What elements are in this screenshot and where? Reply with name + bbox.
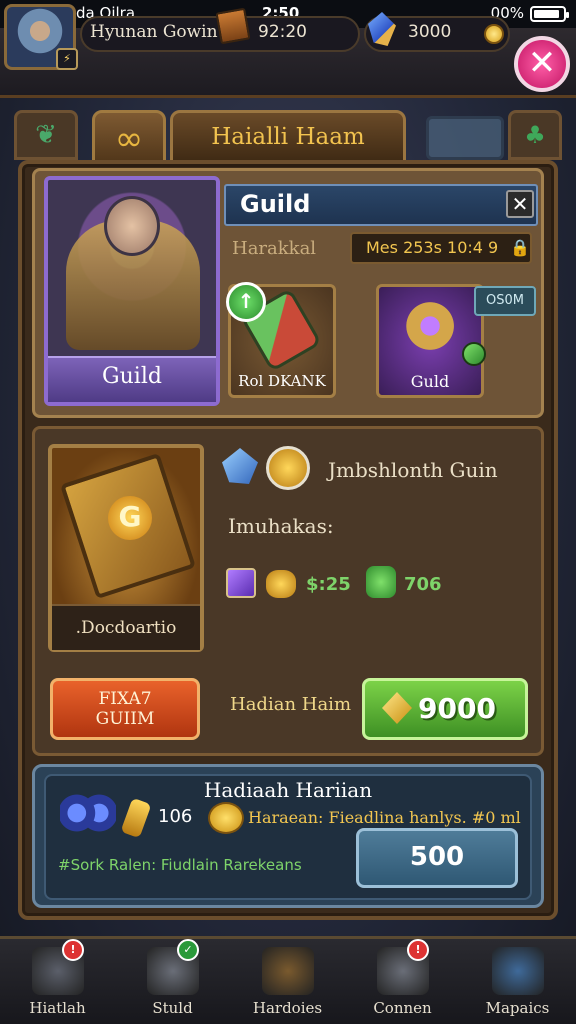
key-count: 106 [158,806,193,827]
page-title: Haialli Haam [211,124,365,150]
stat-pouch-value: 706 [404,574,442,595]
medal-icon [266,446,310,490]
item-slot-2-label: Guld [410,372,450,391]
left-action-label: FIXA7 GUIIM [95,689,155,729]
buy-button-label: 9000 [418,692,496,725]
hammer-icon [262,947,314,995]
green-gem-icon [462,342,486,366]
amulet-icon [396,300,458,352]
stat-gold-value: $:25 [306,574,351,595]
nav-label: Mapaics [485,999,550,1017]
action-caption: Hadian Haim [230,694,352,715]
reward-footer: #Sork Ralen: Fiudlain Rarekeans [58,856,302,874]
hero-label: Guild [102,364,162,389]
guild-name: Jmbshlonth Guin [328,458,498,482]
gem-count: 3000 [408,22,452,42]
gold-pile-icon [266,570,296,598]
close-button[interactable]: ✕ [514,36,570,92]
coin-stack-icon [208,802,244,834]
guild-close-button[interactable]: ✕ [506,190,534,218]
nav-label: Hiatlah [29,999,86,1017]
bottom-nav: ! Hiatlah ✓ Stuld Hardoies! Connen Mapaics [0,936,576,1024]
nav-item-mapaics[interactable]: Mapaics [460,939,575,1024]
nav-item-stuld[interactable]: ✓ Stuld [115,939,230,1024]
emblem-letter: G [108,496,152,540]
clover-icon: ♣ [524,121,546,149]
chest-icon[interactable] [215,7,251,45]
nav-badge: ! [407,939,429,961]
emblem-label: .Docdoartio [75,618,177,638]
coin-icon [484,24,504,44]
tab-crest[interactable]: ❦ [14,110,78,160]
hero-portrait-art [104,196,160,256]
nav-item-hardoies[interactable]: Hardoies [230,939,345,1024]
goggles-icon [60,790,116,836]
guild-subtitle: Imuhakas: [228,514,334,538]
nav-label: Connen [373,999,432,1017]
tab-clover[interactable]: ♣ [508,110,562,160]
guild-knot-icon: ∞ [114,119,144,159]
reward-line: Haraean: Fieadlina hanlys. #0 ml [248,808,521,827]
reward-title: Hadiaah Hariian [203,778,373,802]
item-slot-1-label: Rol DKANK [238,372,326,390]
green-pouch-icon [366,566,396,598]
guild-crest-icon: ❦ [35,120,57,150]
gold-count: 92:20 [258,22,307,42]
claim-button[interactable]: 500 [356,828,518,888]
nav-badge: ! [62,939,84,961]
purple-gem-icon [226,568,256,598]
player-name: Hyunan Gowin [90,22,218,42]
status-chip: OS0M [474,286,536,316]
nav-label: Stuld [152,999,193,1017]
nav-badge: ✓ [177,939,199,961]
nav-item-hiatlah[interactable]: ! Hiatlah [0,939,115,1024]
left-action-button[interactable]: FIXA7 GUIIM [50,678,200,740]
tab-blank[interactable] [426,116,504,160]
level-badge: ⚡ [56,48,78,70]
guild-sub-label: Harakkal [232,238,317,259]
nav-label: Hardoies [252,999,323,1017]
globe-icon [492,947,544,995]
battery-icon [530,6,569,22]
upgrade-badge-icon: ↑ [226,282,266,322]
nav-item-connen[interactable]: ! Connen [345,939,460,1024]
guild-header-title: Guild [240,190,311,218]
lock-icon: 🔒 [510,238,530,257]
timer-text: Mes 253s 10:4 9 [366,238,499,257]
